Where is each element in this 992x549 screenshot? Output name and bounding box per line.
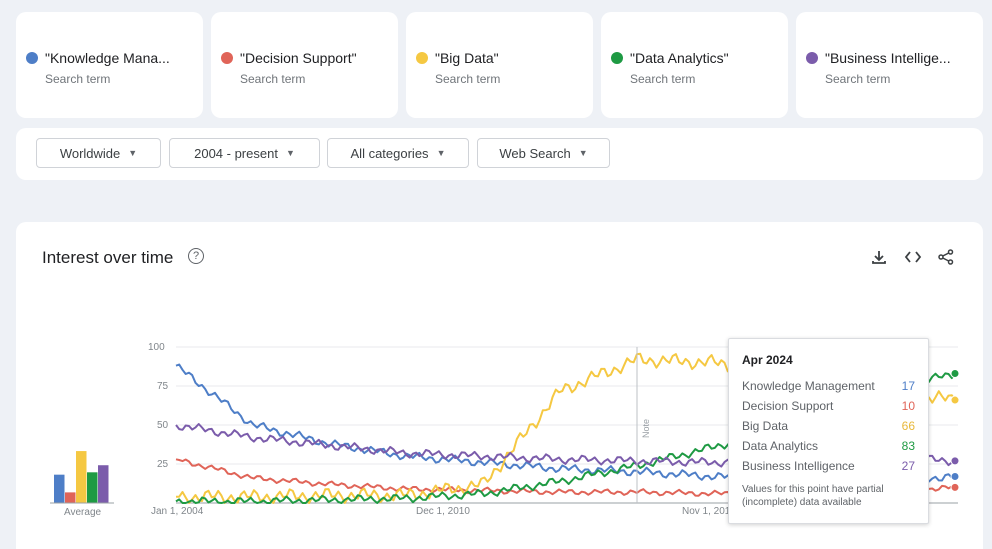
average-bar [98,465,109,503]
tooltip-row-value: 10 [901,399,915,413]
tooltip-row-value: 66 [901,419,915,433]
x-tick-label: Jan 1, 2004 [151,506,204,517]
average-bar [54,474,65,503]
y-tick-label: 25 [157,459,169,470]
y-tick-label: 100 [148,342,165,353]
tooltip-row-value: 27 [901,459,915,473]
average-bar [76,451,87,503]
series-end-dots [950,369,960,492]
tooltip-row-label: Business Intelligence [742,459,855,473]
tooltip-row-label: Decision Support [742,399,834,413]
average-bars [50,451,114,504]
tooltip-row: Big Data 66 [742,419,915,433]
series-end-dot [950,471,960,481]
tooltip-row-value: 83 [901,439,915,453]
series-end-dot [950,456,960,466]
tooltip-row: Business Intelligence 27 [742,459,915,473]
x-tick-label: Dec 1, 2010 [416,506,470,517]
tooltip-row-label: Knowledge Management [742,379,875,393]
average-label: Average [64,507,102,518]
tooltip-row: Knowledge Management 17 [742,379,915,393]
series-end-dot [950,395,960,405]
tooltip-row-value: 17 [901,379,915,393]
tooltip-row-label: Data Analytics [742,439,819,453]
tooltip-date: Apr 2024 [742,353,793,367]
tooltip-row-label: Big Data [742,419,789,433]
hover-tooltip: Apr 2024 Knowledge Management 17 Decisio… [728,338,929,524]
tooltip-row: Data Analytics 83 [742,439,915,453]
average-bar [65,492,76,503]
series-end-dot [950,369,960,379]
tooltip-partial-data-note: Values for this point have partial (inco… [742,484,884,508]
y-tick-label: 50 [157,420,169,431]
y-tick-label: 75 [157,381,169,392]
tooltip-row: Decision Support 10 [742,399,915,413]
note-label: Note [641,419,651,438]
average-bar [87,472,98,503]
series-end-dot [950,482,960,492]
